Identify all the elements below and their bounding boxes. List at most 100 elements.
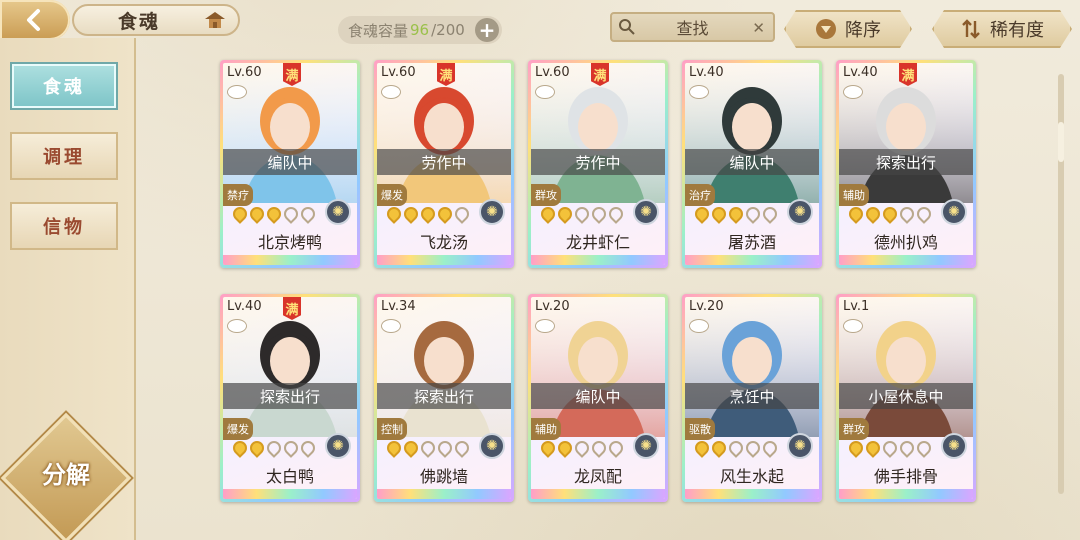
star-icon [281, 438, 301, 458]
food-soul-name: 飞龙汤 [419, 233, 468, 252]
star-icon [298, 204, 318, 224]
card-body: Lv.60 满 劳作中 群攻 ✺ 龙井虾仁 [531, 63, 665, 265]
bowl-icon [227, 85, 247, 99]
food-soul-card[interactable]: Lv.1 小屋休息中 群攻 ✺ 佛手排骨 [836, 294, 976, 502]
role-badge: 爆发 [223, 418, 253, 440]
element-icon: ✺ [941, 433, 967, 459]
character-portrait [685, 63, 819, 203]
star-icon [709, 438, 729, 458]
bowl-icon [843, 319, 863, 333]
level-label: Lv.40 [843, 65, 878, 80]
card-body: Lv.60 满 劳作中 爆发 ✺ 飞龙汤 [377, 63, 511, 265]
star-icon [863, 204, 883, 224]
status-label: 小屋休息中 [839, 383, 973, 409]
role-badge: 辅助 [839, 184, 869, 206]
star-icon [743, 204, 763, 224]
star-icon [846, 204, 866, 224]
bowl-icon [535, 319, 555, 333]
rarity-strip [685, 255, 819, 265]
star-icon [914, 204, 934, 224]
star-icon [401, 204, 421, 224]
level-label: Lv.60 [535, 65, 570, 80]
character-portrait [839, 297, 973, 437]
star-icon [692, 438, 712, 458]
star-rating [384, 438, 472, 458]
element-icon: ✺ [787, 199, 813, 225]
max-level-badge: 满 [437, 63, 455, 86]
food-soul-name: 德州扒鸡 [873, 233, 938, 252]
star-icon [880, 204, 900, 224]
card-body: Lv.34 探索出行 控制 ✺ 佛跳墙 [377, 297, 511, 499]
bowl-icon [689, 85, 709, 99]
star-icon [606, 438, 626, 458]
role-badge: 治疗 [685, 184, 715, 206]
food-soul-card[interactable]: Lv.40 满 探索出行 辅助 ✺ 德州扒鸡 [836, 60, 976, 268]
star-icon [760, 204, 780, 224]
star-icon [418, 204, 438, 224]
star-icon [914, 438, 934, 458]
food-soul-card[interactable]: Lv.20 烹饪中 驱散 ✺ 风生水起 [682, 294, 822, 502]
star-icon [538, 438, 558, 458]
star-icon [247, 204, 267, 224]
status-label: 烹饪中 [685, 383, 819, 409]
max-level-badge: 满 [899, 63, 917, 86]
role-badge: 群攻 [839, 418, 869, 440]
level-label: Lv.1 [843, 299, 870, 314]
food-soul-card[interactable]: Lv.34 探索出行 控制 ✺ 佛跳墙 [374, 294, 514, 502]
star-icon [726, 438, 746, 458]
food-soul-card[interactable]: Lv.40 编队中 治疗 ✺ 屠苏酒 [682, 60, 822, 268]
food-soul-name: 太白鸭 [265, 467, 314, 486]
star-icon [401, 438, 421, 458]
food-soul-card[interactable]: Lv.40 满 探索出行 爆发 ✺ 太白鸭 [220, 294, 360, 502]
star-icon [435, 204, 455, 224]
food-soul-card[interactable]: Lv.60 满 劳作中 群攻 ✺ 龙井虾仁 [528, 60, 668, 268]
bowl-icon [381, 319, 401, 333]
bowl-icon [227, 319, 247, 333]
scroll-thumb[interactable] [1058, 122, 1064, 162]
rarity-strip [839, 255, 973, 265]
star-rating [538, 438, 626, 458]
star-icon [726, 204, 746, 224]
level-label: Lv.20 [535, 299, 570, 314]
rarity-strip [839, 489, 973, 499]
star-icon [589, 438, 609, 458]
star-icon [880, 438, 900, 458]
star-icon [572, 438, 592, 458]
element-icon: ✺ [633, 433, 659, 459]
star-icon [281, 204, 301, 224]
scrollbar[interactable] [1058, 74, 1064, 494]
star-icon [606, 204, 626, 224]
level-label: Lv.60 [227, 65, 262, 80]
food-soul-card[interactable]: Lv.60 满 劳作中 爆发 ✺ 飞龙汤 [374, 60, 514, 268]
star-rating [846, 204, 934, 224]
star-icon [384, 204, 404, 224]
food-soul-name: 佛手排骨 [873, 467, 938, 486]
level-label: Lv.34 [381, 299, 416, 314]
element-icon: ✺ [325, 433, 351, 459]
element-icon: ✺ [941, 199, 967, 225]
status-label: 劳作中 [531, 149, 665, 175]
role-badge: 控制 [377, 418, 407, 440]
food-soul-card[interactable]: Lv.20 编队中 辅助 ✺ 龙凤配 [528, 294, 668, 502]
bowl-icon [381, 85, 401, 99]
level-label: Lv.20 [689, 299, 724, 314]
star-icon [555, 438, 575, 458]
star-icon [846, 438, 866, 458]
star-icon [692, 204, 712, 224]
star-icon [863, 438, 883, 458]
food-soul-name: 风生水起 [719, 467, 784, 486]
card-body: Lv.1 小屋休息中 群攻 ✺ 佛手排骨 [839, 297, 973, 499]
star-icon [418, 438, 438, 458]
status-label: 编队中 [223, 149, 357, 175]
star-icon [897, 438, 917, 458]
element-icon: ✺ [325, 199, 351, 225]
food-soul-card[interactable]: Lv.60 满 编队中 禁疗 ✺ 北京烤鸭 [220, 60, 360, 268]
role-badge: 辅助 [531, 418, 561, 440]
bowl-icon [843, 85, 863, 99]
level-label: Lv.40 [689, 65, 724, 80]
star-icon [452, 204, 472, 224]
star-rating [230, 438, 318, 458]
star-icon [230, 438, 250, 458]
food-soul-grid: Lv.60 满 编队中 禁疗 ✺ 北京烤鸭 Lv.60 满 劳作中 爆发 ✺ 飞… [0, 0, 1080, 540]
rarity-strip [377, 255, 511, 265]
